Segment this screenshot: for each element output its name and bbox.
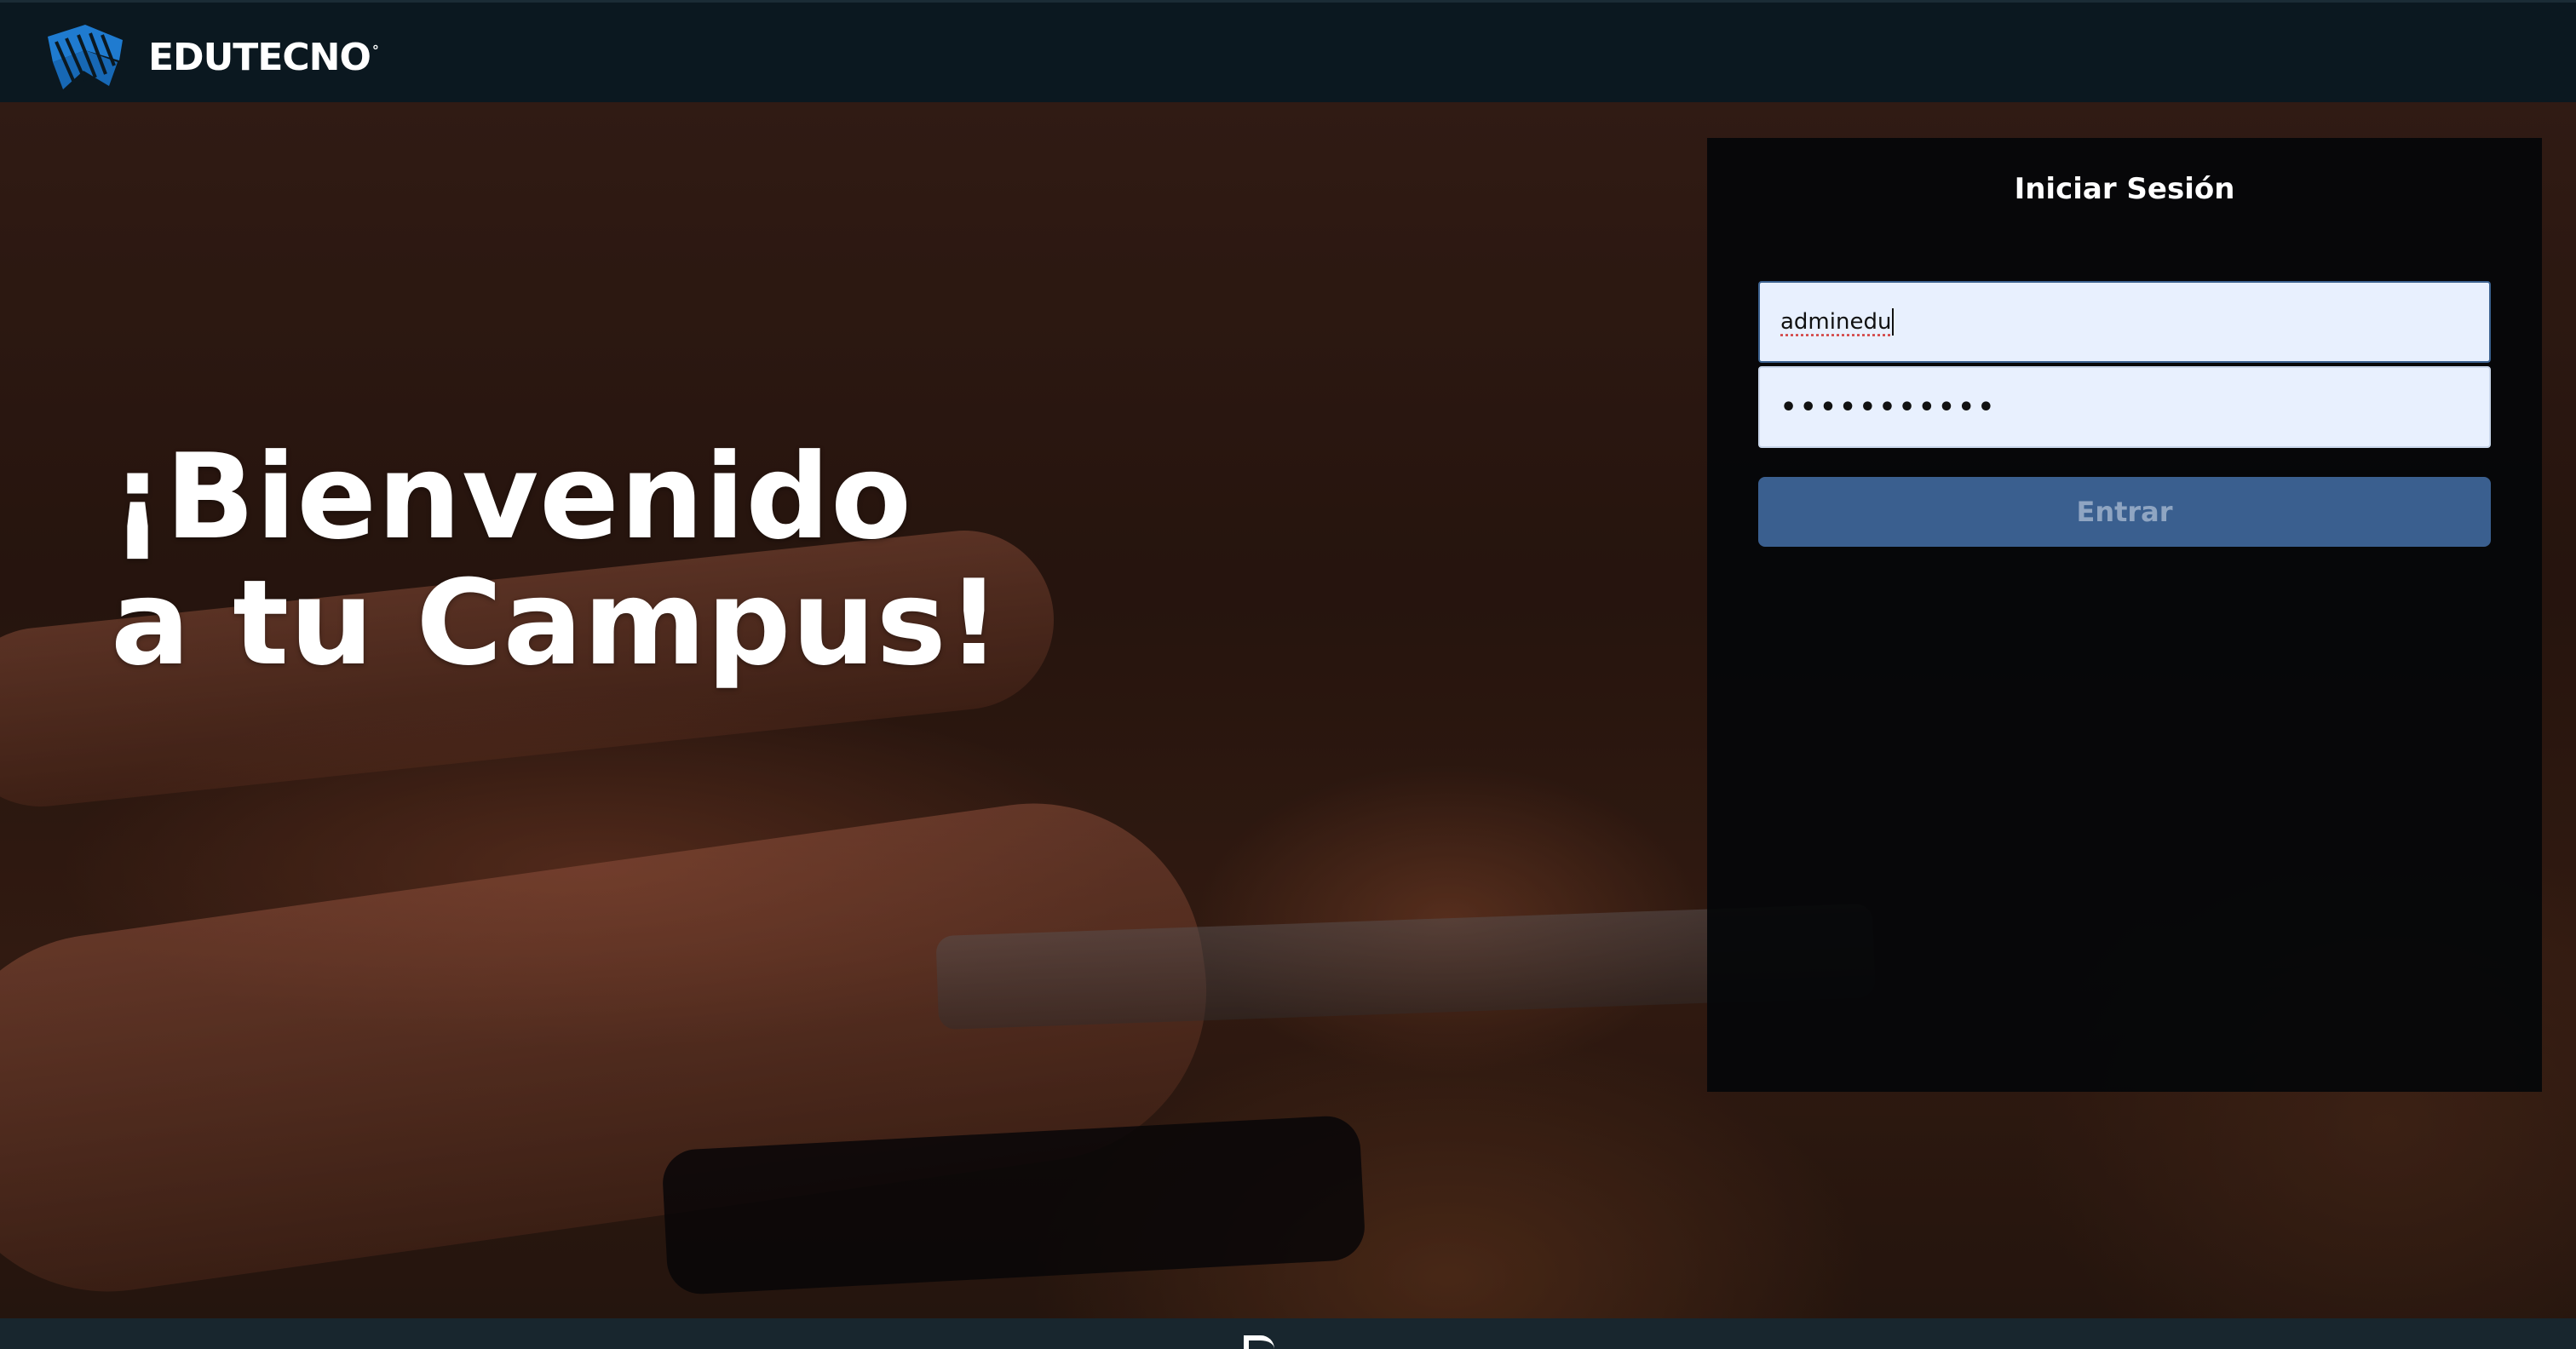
password-value: ••••••••••• (1780, 392, 1998, 422)
username-value: adminedu (1780, 309, 1892, 335)
submit-button[interactable]: Entrar (1758, 477, 2491, 547)
edutecno-logo-icon (48, 25, 123, 89)
text-caret (1892, 308, 1895, 336)
password-input[interactable]: ••••••••••• (1758, 366, 2491, 448)
headline-line-2: a tu Campus! (111, 554, 1002, 692)
top-navbar: EDUTECNO ° (0, 0, 2576, 102)
headline-line-1: ¡Bienvenido (111, 428, 912, 565)
login-panel: Iniciar Sesión adminedu ••••••••••• Entr… (1707, 138, 2542, 1092)
footer-bar (0, 1318, 2576, 1349)
footer-partial-glyph (1244, 1335, 1274, 1349)
username-input[interactable]: adminedu (1758, 281, 2491, 363)
welcome-headline: ¡Bienvenido a tu Campus! (111, 434, 1002, 686)
brand-name: EDUTECNO ° (148, 35, 379, 79)
brand-logo[interactable]: EDUTECNO ° (41, 20, 379, 95)
login-title: Iniciar Sesión (2014, 172, 2235, 206)
